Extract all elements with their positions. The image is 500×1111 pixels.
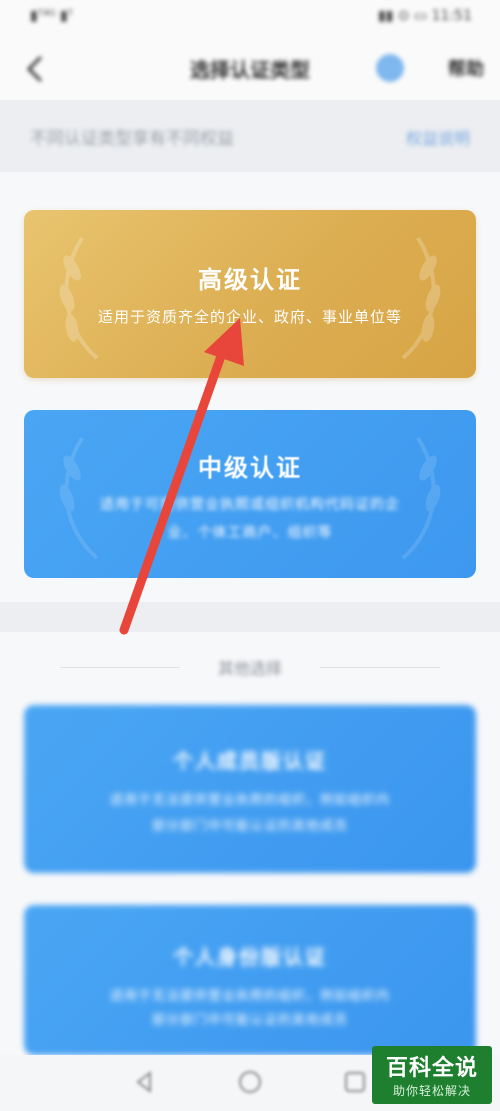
card-description-line1: 适用于无法提供营业执照的组织，例如组织内 xyxy=(109,989,390,1004)
card-description-line2: 业、个体工商户、组织等 xyxy=(167,525,333,541)
advanced-certification-card[interactable]: 高级认证 适用于资质齐全的企业、政府、事业单位等 xyxy=(24,210,476,378)
help-button[interactable]: 帮助 xyxy=(448,55,484,81)
system-recents-icon[interactable] xyxy=(342,1069,368,1095)
card-title: 个人成员版认证 xyxy=(173,749,327,773)
laurel-left-icon xyxy=(59,236,99,360)
nav-bar: 选择认证类型 帮助 xyxy=(0,40,500,100)
card-description-line1: 适用于无法提供营业执照的组织，例如组织内 xyxy=(109,793,390,808)
help-icon[interactable] xyxy=(376,54,404,82)
card-description-line1: 适用于可提供营业执照或组织机构代码证的企 xyxy=(100,497,400,513)
card-title: 中级认证 xyxy=(198,454,302,482)
card-description-line2: 部分部门中可能认证的其他成员 xyxy=(151,819,348,834)
battery-time-status: ▮▮ ⊙ ▭ 11:51 xyxy=(377,8,472,24)
card-title: 高级认证 xyxy=(198,266,302,294)
laurel-right-icon xyxy=(401,236,441,360)
personal-identity-certification-card[interactable]: 个人身份版认证 适用于无法提供营业执照的组织，例如组织内 部分部门中可能认证的其… xyxy=(24,905,476,1055)
card-description: 适用于资质齐全的企业、政府、事业单位等 xyxy=(97,308,402,326)
section-divider xyxy=(0,602,500,632)
other-options-label: 其他选择 xyxy=(217,659,282,678)
card-description-line2: 部分部门中可能认证的其他成员 xyxy=(151,1013,348,1028)
watermark-title: 百科全说 xyxy=(385,1056,478,1081)
info-text: 不同认证类型享有不同权益 xyxy=(30,129,234,149)
card-title: 个人身份版认证 xyxy=(173,945,327,969)
watermark-logo: 百科全说 助你轻松解决 xyxy=(372,1046,492,1104)
system-back-icon[interactable] xyxy=(132,1069,158,1095)
watermark-subtitle: 助你轻松解决 xyxy=(392,1084,471,1098)
page-title: 选择认证类型 xyxy=(190,58,310,82)
system-home-icon[interactable] xyxy=(237,1069,263,1095)
info-bar: 不同认证类型享有不同权益 权益说明 xyxy=(0,100,500,172)
status-bar: ▮ᵀ⁴ᴳ ▮ᵀ ▮▮ ⊙ ▭ 11:51 xyxy=(0,0,500,40)
personal-member-certification-card[interactable]: 个人成员版认证 适用于无法提供营业执照的组织，例如组织内 部分部门中可能认证的其… xyxy=(24,705,476,873)
signal-status: ▮ᵀ⁴ᴳ ▮ᵀ xyxy=(30,8,74,24)
benefits-link[interactable]: 权益说明 xyxy=(406,125,470,149)
intermediate-certification-card[interactable]: 中级认证 适用于可提供营业执照或组织机构代码证的企 业、个体工商户、组织等 xyxy=(24,410,476,578)
